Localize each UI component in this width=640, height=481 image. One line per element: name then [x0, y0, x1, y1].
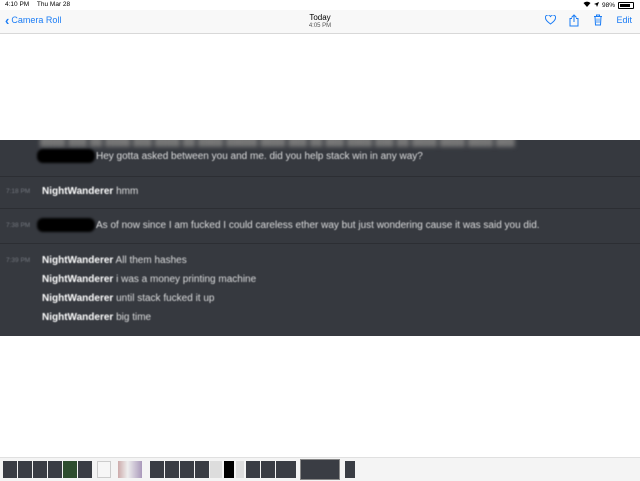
thumbnail[interactable] — [97, 461, 111, 478]
message-text: All them hashes — [115, 255, 187, 266]
thumbnail[interactable] — [180, 461, 194, 478]
redacted-username — [37, 149, 95, 163]
message-line: NightWanderer i was a money printing mac… — [42, 274, 256, 285]
thumbnail[interactable] — [33, 461, 47, 478]
thumbnail[interactable] — [195, 461, 209, 478]
thumbnail[interactable] — [246, 461, 260, 478]
divider — [0, 176, 640, 177]
thumbnail[interactable] — [236, 461, 244, 478]
wifi-icon — [583, 1, 591, 9]
location-icon — [593, 1, 599, 9]
message-text: i was a money printing machine — [116, 274, 257, 285]
message-text: hmm — [116, 186, 139, 197]
thumbnail[interactable] — [3, 461, 17, 478]
share-icon[interactable] — [568, 13, 580, 26]
thumbnail-selected[interactable] — [300, 459, 340, 480]
thumbnail[interactable] — [276, 461, 296, 478]
trash-icon[interactable] — [592, 14, 604, 26]
battery-icon — [618, 1, 634, 9]
message-text: big time — [116, 312, 152, 323]
message-text: until stack fucked it up — [116, 293, 215, 304]
message-text: Hey gotta asked between you and me. did … — [96, 151, 423, 162]
message-timestamp: 7:18 PM — [6, 188, 31, 195]
username: NightWanderer — [42, 255, 114, 266]
username: NightWanderer — [42, 186, 114, 197]
status-bar: 4:10 PM Thu Mar 28 98% — [0, 0, 640, 10]
message-timestamp: 7:39 PM — [6, 257, 31, 264]
message-text: As of now since I am fucked I could care… — [96, 220, 540, 231]
thumbnail[interactable] — [150, 461, 164, 478]
status-right: 98% — [583, 1, 634, 9]
cropped-message-line: ████ ███ ██ ████ ███ ████ ██ ████ █████ … — [40, 140, 515, 146]
thumbnail[interactable] — [345, 461, 355, 478]
status-date: Thu Mar 28 — [36, 1, 71, 8]
thumbnail[interactable] — [63, 461, 77, 478]
message-line: NightWanderer big time — [42, 312, 151, 323]
divider — [0, 208, 640, 209]
battery-percent: 98% — [601, 1, 615, 9]
navigation-bar: ‹ Camera Roll Today 4:05 PM Edit — [0, 10, 640, 34]
thumbnail-strip[interactable] — [0, 457, 640, 481]
thumbnail[interactable] — [210, 461, 222, 478]
thumbnail[interactable] — [261, 461, 275, 478]
message-line: NightWanderer until stack fucked it up — [42, 293, 214, 304]
divider — [0, 243, 640, 244]
username: NightWanderer — [42, 293, 114, 304]
message-line: NightWanderer hmm — [42, 186, 138, 197]
username: NightWanderer — [42, 312, 114, 323]
redacted-username — [37, 218, 95, 232]
message-timestamp: 7:38 PM — [6, 222, 31, 229]
status-time: 4:10 PM — [5, 1, 30, 8]
thumbnail[interactable] — [78, 461, 92, 478]
photo-image[interactable]: ████ ███ ██ ████ ███ ████ ██ ████ █████ … — [0, 140, 640, 336]
edit-button[interactable]: Edit — [616, 15, 632, 25]
thumbnail[interactable] — [48, 461, 62, 478]
username: NightWanderer — [42, 274, 114, 285]
nav-actions: Edit — [544, 13, 632, 26]
heart-icon[interactable] — [544, 14, 556, 26]
status-left: 4:10 PM Thu Mar 28 — [5, 1, 76, 8]
thumbnail[interactable] — [18, 461, 32, 478]
thumbnail[interactable] — [224, 461, 234, 478]
thumbnail[interactable] — [118, 461, 142, 478]
message-line: NightWanderer All them hashes — [42, 255, 187, 266]
thumbnail[interactable] — [165, 461, 179, 478]
